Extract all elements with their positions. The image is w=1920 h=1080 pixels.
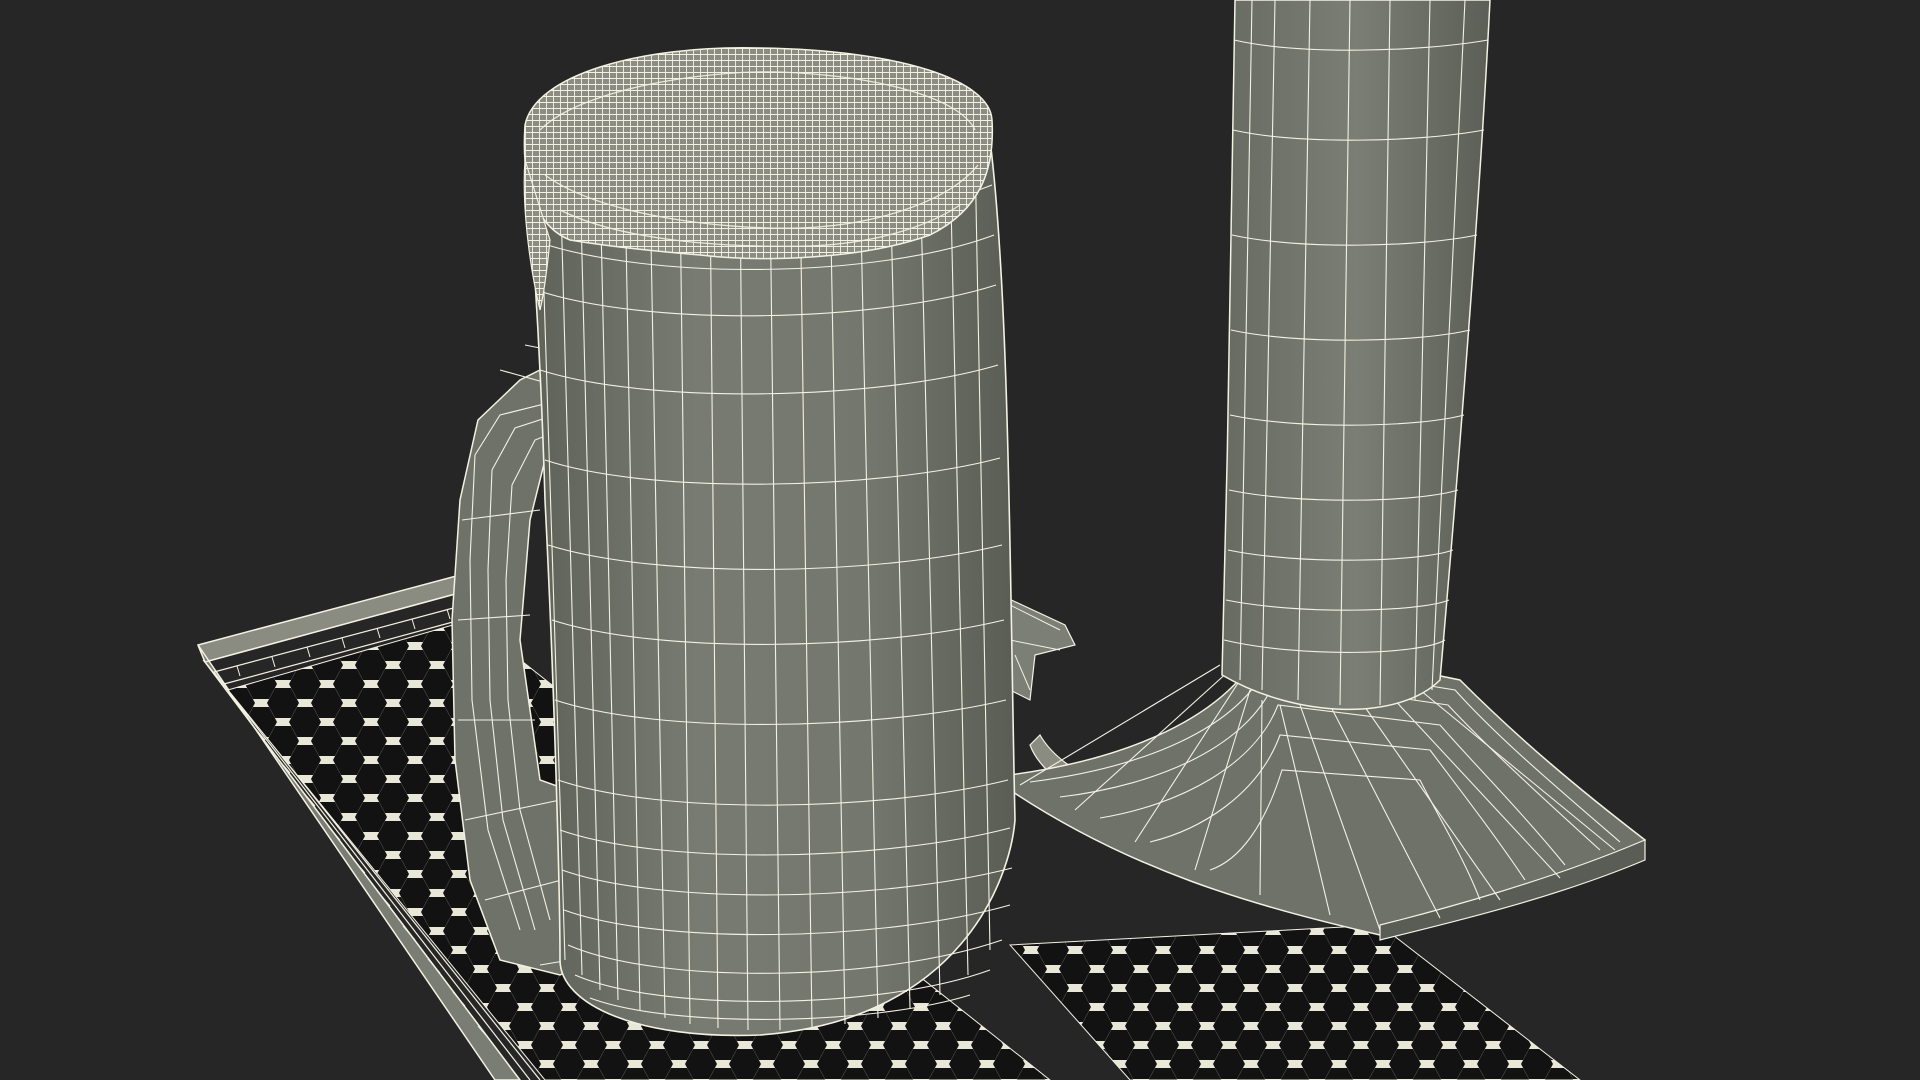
beer-tap-tower — [1009, 0, 1646, 941]
wireframe-scene — [196, 0, 1646, 1080]
